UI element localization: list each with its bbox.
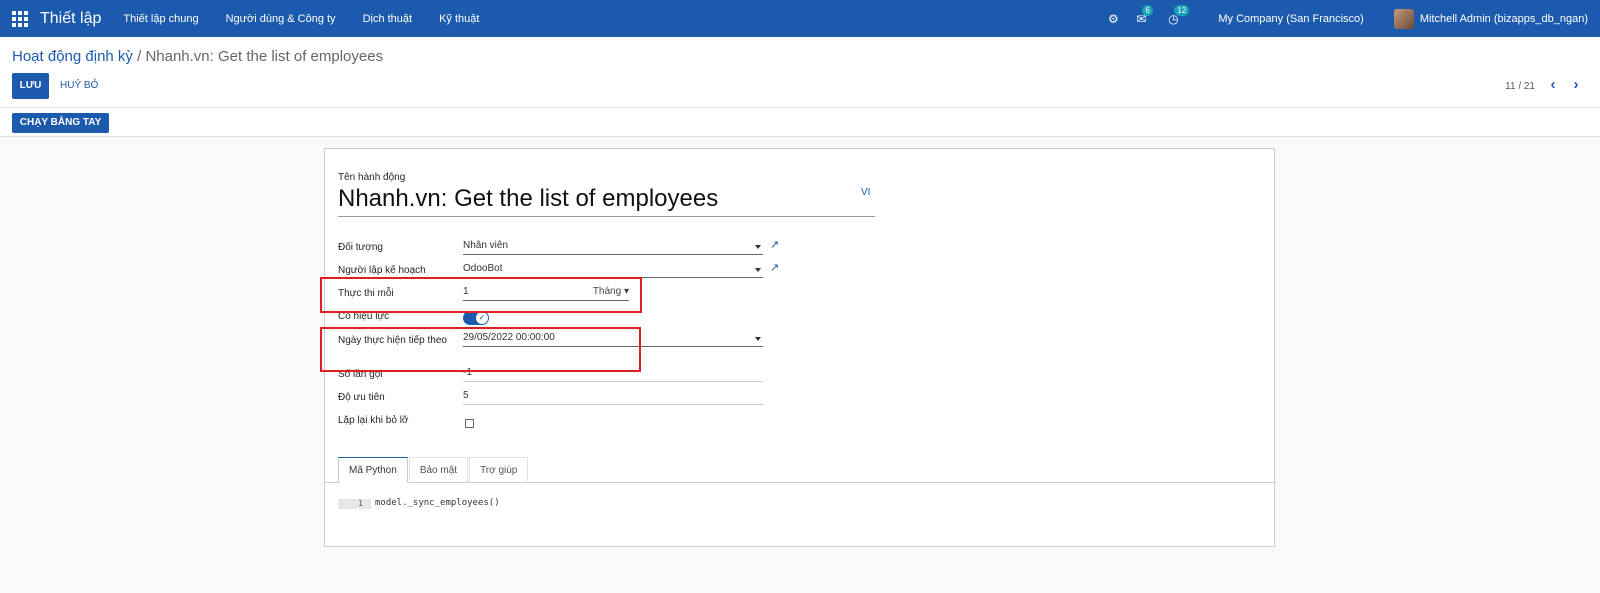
breadcrumb-parent-link[interactable]: Hoạt động định kỳ <box>12 48 133 65</box>
status-bar: CHẠY BẰNG TAY <box>0 108 1600 137</box>
code-line-number: 1 <box>338 499 371 509</box>
discard-button[interactable]: HUỶ BỎ <box>60 73 98 99</box>
code-editor[interactable]: model._sync_employees() <box>375 498 500 508</box>
highlight-box-interval <box>320 277 642 313</box>
name-label: Tên hành động <box>338 172 406 183</box>
top-navbar: Thiết lập Thiết lập chung Người dùng & C… <box>0 0 1600 37</box>
scheduler-user-label: Người lập kế hoạch <box>338 265 426 276</box>
breadcrumb: Hoạt động định kỳ / Nhanh.vn: Get the li… <box>12 48 383 65</box>
messages-badge: 6 <box>1142 4 1153 16</box>
menu-technical[interactable]: Kỹ thuật <box>439 13 479 25</box>
main-menu: Thiết lập chung Người dùng & Công ty Dịc… <box>123 13 506 25</box>
chevron-down-icon <box>755 268 761 272</box>
systray: ⚙ ✉ 6 ◷ 12 My Company (San Francisco) Mi… <box>1106 0 1600 37</box>
highlight-box-nextcall <box>320 327 641 372</box>
model-field[interactable]: Nhân viên <box>463 237 763 255</box>
tab-security[interactable]: Bảo mật <box>408 457 469 483</box>
scheduler-user-field[interactable]: OdooBot <box>463 260 763 278</box>
apps-menu-icon[interactable] <box>12 10 28 27</box>
activity-clock-icon[interactable]: ◷ 12 <box>1166 4 1190 26</box>
tab-python-code[interactable]: Mã Python <box>338 457 408 483</box>
user-avatar[interactable] <box>1393 8 1414 29</box>
tab-help[interactable]: Trợ giúp <box>469 457 529 483</box>
external-link-icon[interactable]: ↗ <box>770 239 782 251</box>
name-input[interactable]: Nhanh.vn: Get the list of employees <box>338 183 875 217</box>
language-button[interactable]: VI <box>861 187 870 198</box>
control-panel: Hoạt động định kỳ / Nhanh.vn: Get the li… <box>0 37 1600 108</box>
check-icon: ✓ <box>476 312 488 324</box>
menu-general-settings[interactable]: Thiết lập chung <box>123 13 198 25</box>
priority-label: Độ ưu tiên <box>338 392 385 403</box>
run-manually-button[interactable]: CHẠY BẰNG TAY <box>12 113 109 133</box>
pager-next-icon[interactable]: › <box>1570 77 1582 93</box>
priority-field[interactable]: 5 <box>463 387 763 405</box>
model-value: Nhân viên <box>463 240 509 251</box>
pager-prev-icon[interactable]: ‹ <box>1547 77 1559 93</box>
priority-value: 5 <box>463 390 469 401</box>
pager-value[interactable]: 11 / 21 <box>1505 81 1535 92</box>
messages-icon[interactable]: ✉ 6 <box>1134 4 1153 26</box>
app-title[interactable]: Thiết lập <box>40 10 101 28</box>
notebook-tabs: Mã Python Bảo mật Trợ giúp <box>338 457 529 483</box>
activities-badge: 12 <box>1174 4 1190 16</box>
chevron-down-icon <box>755 245 761 249</box>
external-link-icon[interactable]: ↗ <box>770 262 782 274</box>
model-label: Đối tượng <box>338 242 383 253</box>
save-button[interactable]: LƯU <box>12 73 49 99</box>
chevron-down-icon <box>755 337 761 341</box>
menu-translations[interactable]: Dịch thuật <box>363 13 413 25</box>
doall-checkbox[interactable] <box>465 419 474 428</box>
user-menu[interactable]: Mitchell Admin (bizapps_db_ngan) <box>1420 13 1588 25</box>
doall-label: Lặp lại khi bỏ lỡ <box>338 415 409 426</box>
scheduler-user-value: OdooBot <box>463 263 503 274</box>
bug-icon[interactable]: ⚙ <box>1106 12 1120 26</box>
active-toggle[interactable]: ✓ <box>463 311 489 325</box>
breadcrumb-current: Nhanh.vn: Get the list of employees <box>145 48 384 65</box>
breadcrumb-separator: / <box>132 48 146 65</box>
company-switcher[interactable]: My Company (San Francisco) <box>1218 13 1364 25</box>
menu-users-companies[interactable]: Người dùng & Công ty <box>226 13 336 25</box>
